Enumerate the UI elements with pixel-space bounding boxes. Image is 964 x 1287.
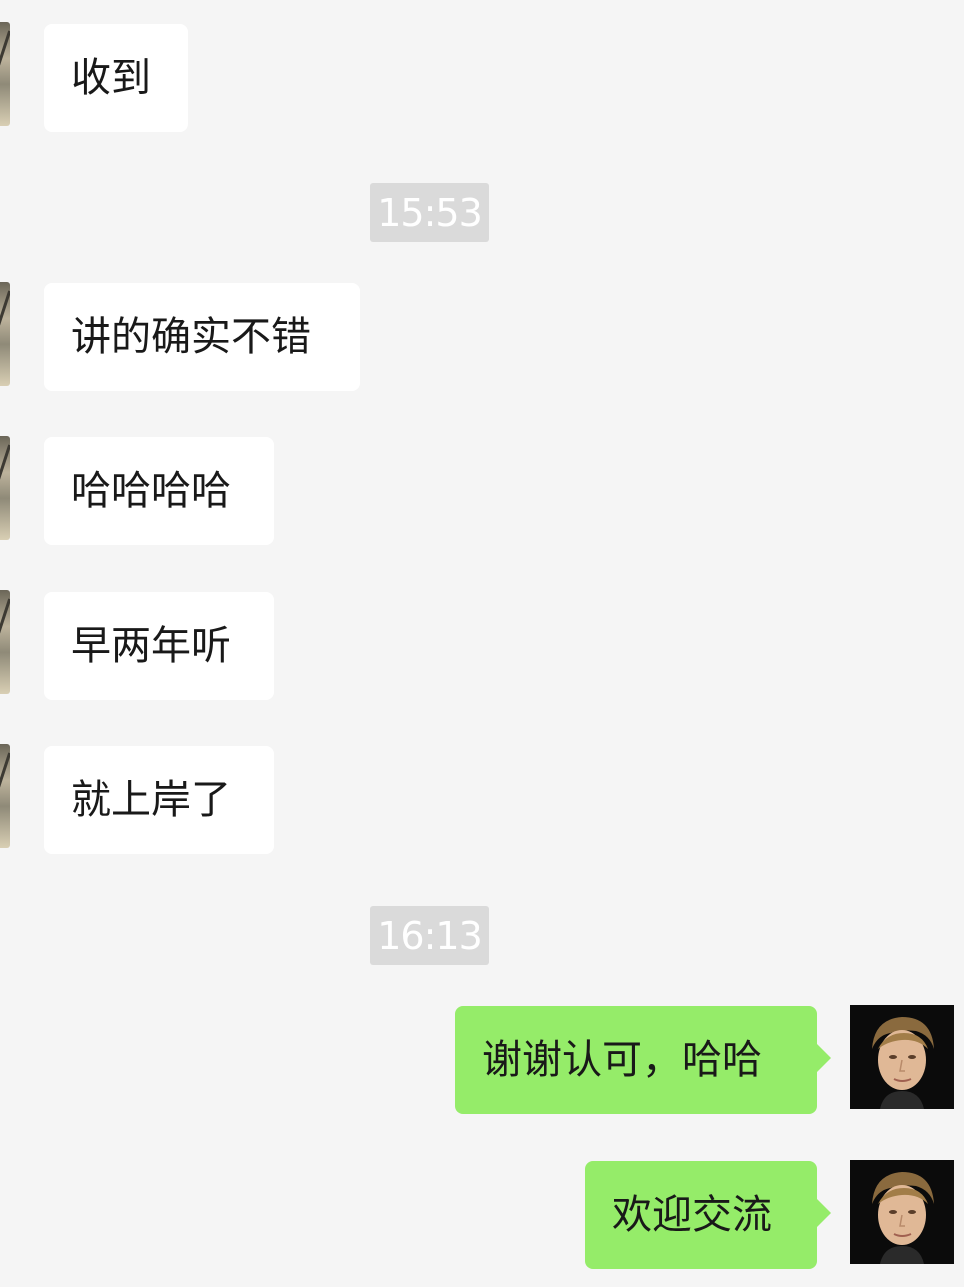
- contact-avatar-icon[interactable]: [0, 590, 10, 694]
- message-text: 早两年听: [71, 623, 231, 669]
- message-bubble-incoming[interactable]: 就上岸了: [44, 746, 274, 854]
- message-bubble-incoming[interactable]: 早两年听: [44, 592, 274, 700]
- timestamp: 15:53: [370, 183, 489, 242]
- message-text: 欢迎交流: [612, 1192, 772, 1238]
- timestamp-text: 16:13: [377, 913, 483, 958]
- message-bubble-incoming[interactable]: 哈哈哈哈: [44, 437, 274, 545]
- message-bubble-outgoing[interactable]: 欢迎交流: [585, 1161, 831, 1269]
- message-text: 哈哈哈哈: [71, 468, 231, 514]
- timestamp: 16:13: [370, 906, 489, 965]
- message-bubble-incoming[interactable]: 讲的确实不错: [44, 283, 360, 391]
- message-text: 就上岸了: [71, 777, 231, 823]
- timestamp-text: 15:53: [377, 190, 483, 235]
- message-text: 谢谢认可，哈哈: [482, 1037, 762, 1083]
- contact-avatar-icon[interactable]: [0, 744, 10, 848]
- message-text: 讲的确实不错: [71, 314, 311, 360]
- portrait-icon: [850, 1005, 954, 1109]
- self-avatar-icon[interactable]: [850, 1005, 954, 1109]
- message-bubble-incoming[interactable]: 收到: [44, 24, 188, 132]
- contact-avatar-icon[interactable]: [0, 282, 10, 386]
- self-avatar-icon[interactable]: [850, 1160, 954, 1264]
- contact-avatar-icon[interactable]: [0, 436, 10, 540]
- portrait-icon: [850, 1160, 954, 1264]
- contact-avatar-icon[interactable]: [0, 22, 10, 126]
- message-text: 收到: [71, 55, 151, 101]
- message-bubble-outgoing[interactable]: 谢谢认可，哈哈: [455, 1006, 831, 1114]
